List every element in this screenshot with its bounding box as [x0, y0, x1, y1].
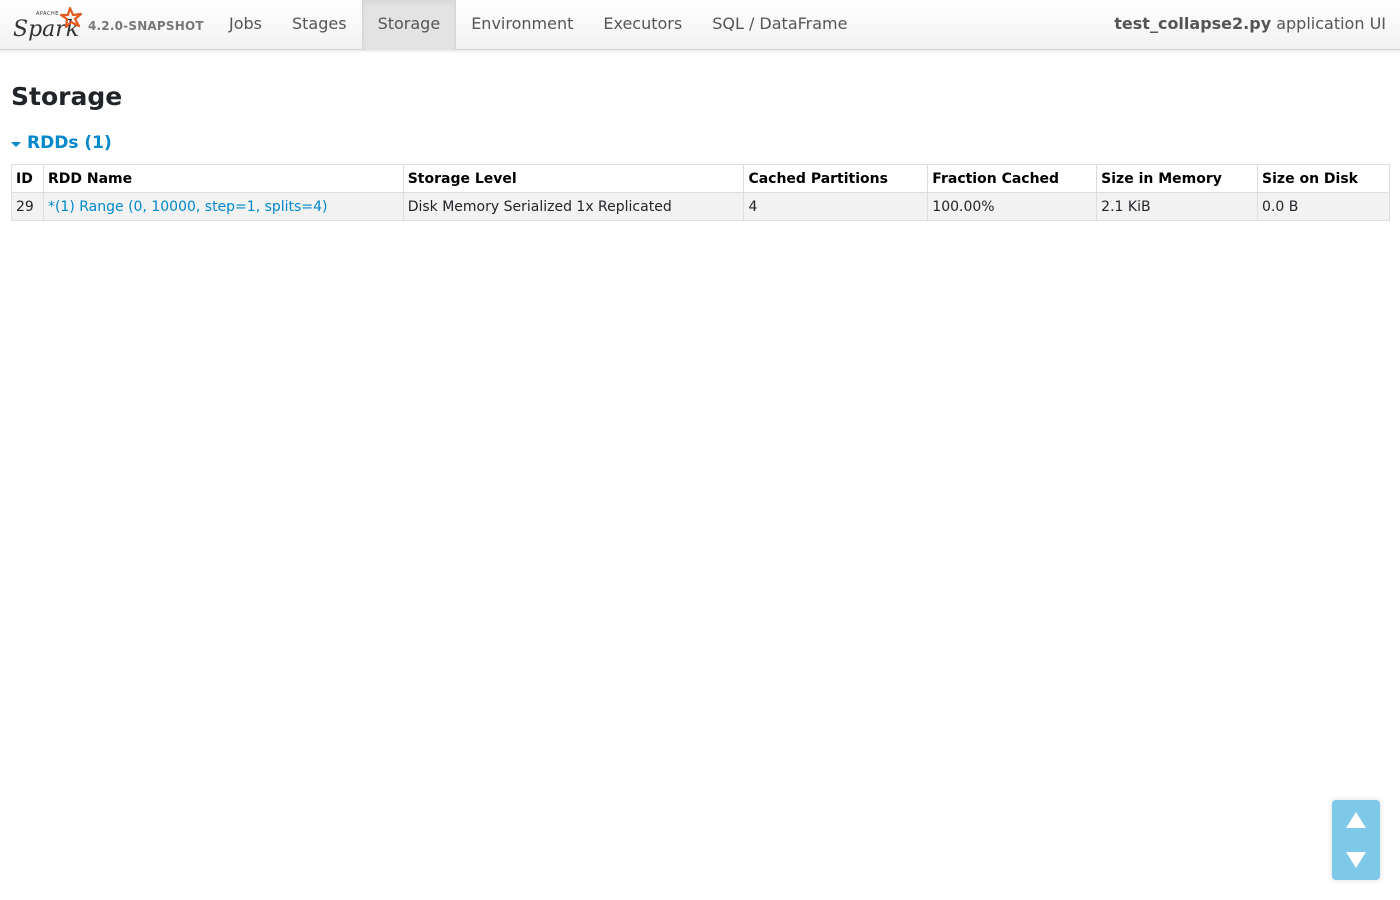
column-header-size-in-memory[interactable]: Size in Memory — [1096, 164, 1259, 193]
spark-logo-icon: APACHE Spark — [13, 6, 83, 42]
cell-size-on-disk: 0.0 B — [1257, 192, 1390, 221]
table-header-row: ID RDD Name Storage Level Cached Partiti… — [11, 164, 1390, 193]
column-header-fraction-cached[interactable]: Fraction Cached — [927, 164, 1098, 193]
app-suffix: application UI — [1276, 14, 1386, 33]
cell-fraction-cached: 100.00% — [927, 192, 1098, 221]
cell-cached-partitions: 4 — [743, 192, 929, 221]
arrow-up-icon — [1346, 812, 1366, 828]
scroll-widget — [1332, 800, 1380, 880]
caret-down-icon — [11, 141, 21, 147]
spark-version: 4.2.0-SNAPSHOT — [88, 19, 204, 33]
tab-environment[interactable]: Environment — [456, 0, 588, 50]
cell-storage-level: Disk Memory Serialized 1x Replicated — [402, 192, 745, 221]
navbar: APACHE Spark 4.2.0-SNAPSHOT Jobs Stages … — [0, 0, 1400, 50]
spark-logo[interactable]: APACHE Spark — [12, 6, 84, 44]
cell-rdd-name: *(1) Range (0, 10000, step=1, splits=4) — [42, 192, 404, 221]
tab-storage[interactable]: Storage — [361, 0, 457, 50]
scroll-up-button[interactable] — [1332, 800, 1380, 840]
rdds-section-toggle[interactable]: RDDs (1) — [11, 131, 112, 155]
column-header-size-on-disk[interactable]: Size on Disk — [1257, 164, 1390, 193]
column-header-storage-level[interactable]: Storage Level — [402, 164, 745, 193]
tab-sql-dataframe[interactable]: SQL / DataFrame — [697, 0, 862, 50]
svg-text:Spark: Spark — [13, 17, 79, 42]
column-header-cached-partitions[interactable]: Cached Partitions — [743, 164, 929, 193]
column-header-id[interactable]: ID — [11, 164, 44, 193]
application-name: test_collapse2.py application UI — [1114, 0, 1386, 48]
cell-id: 29 — [11, 192, 44, 221]
tab-jobs[interactable]: Jobs — [214, 0, 277, 50]
table-row: 29 *(1) Range (0, 10000, step=1, splits=… — [11, 192, 1390, 221]
nav-tabs: Jobs Stages Storage Environment Executor… — [214, 0, 862, 50]
cell-size-in-memory: 2.1 KiB — [1096, 192, 1259, 221]
app-script-name: test_collapse2.py — [1114, 14, 1272, 33]
rdd-table: ID RDD Name Storage Level Cached Partiti… — [11, 164, 1390, 221]
rdd-name-link[interactable]: *(1) Range (0, 10000, step=1, splits=4) — [48, 199, 327, 215]
page-title: Storage — [11, 82, 123, 111]
tab-executors[interactable]: Executors — [588, 0, 697, 50]
rdds-section-label: RDDs (1) — [27, 133, 112, 153]
tab-stages[interactable]: Stages — [277, 0, 362, 50]
column-header-rdd-name[interactable]: RDD Name — [42, 164, 404, 193]
scroll-down-button[interactable] — [1332, 840, 1380, 880]
arrow-down-icon — [1346, 852, 1366, 868]
